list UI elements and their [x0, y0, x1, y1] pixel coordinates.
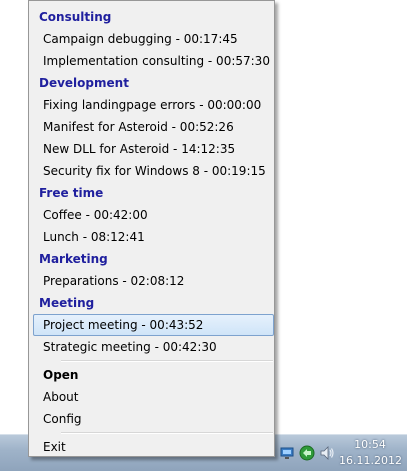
- network-icon[interactable]: [279, 445, 295, 461]
- menu-item-project-meeting[interactable]: Project meeting - 00:43:52: [33, 314, 274, 336]
- menu-item-implementation-consulting[interactable]: Implementation consulting - 00:57:30: [33, 50, 274, 72]
- menu-item-manifest-for-asteroid[interactable]: Manifest for Asteroid - 00:52:26: [33, 116, 274, 138]
- desktop: 10:54 16.11.2012 Consulting Campaign deb…: [0, 0, 407, 471]
- menu-item-campaign-debugging[interactable]: Campaign debugging - 00:17:45: [33, 28, 274, 50]
- clock-date: 16.11.2012: [339, 454, 402, 467]
- sync-icon[interactable]: [299, 445, 315, 461]
- menu-item-exit[interactable]: Exit: [33, 436, 274, 458]
- menu-item-coffee[interactable]: Coffee - 00:42:00: [33, 204, 274, 226]
- menu-separator: [61, 432, 273, 434]
- group-header-development: Development: [39, 76, 129, 90]
- clock-time: 10:54: [354, 438, 386, 451]
- clock[interactable]: 10:54 16.11.2012: [339, 437, 402, 469]
- menu-item-preparations[interactable]: Preparations - 02:08:12: [33, 270, 274, 292]
- group-header-free-time: Free time: [39, 186, 104, 200]
- menu-body: Consulting Campaign debugging - 00:17:45…: [31, 3, 274, 454]
- menu-separator: [61, 360, 273, 362]
- menu-item-about[interactable]: About: [33, 386, 274, 408]
- menu-item-config[interactable]: Config: [33, 408, 274, 430]
- group-header-consulting: Consulting: [39, 10, 112, 24]
- menu-item-new-dll-for-asteroid[interactable]: New DLL for Asteroid - 14:12:35: [33, 138, 274, 160]
- menu-item-security-fix-windows-8[interactable]: Security fix for Windows 8 - 00:19:15: [33, 160, 274, 182]
- menu-item-strategic-meeting[interactable]: Strategic meeting - 00:42:30: [33, 336, 274, 358]
- group-header-marketing: Marketing: [39, 252, 108, 266]
- menu-item-lunch[interactable]: Lunch - 08:12:41: [33, 226, 274, 248]
- group-header-meeting: Meeting: [39, 296, 95, 310]
- context-menu: Consulting Campaign debugging - 00:17:45…: [28, 0, 275, 457]
- volume-icon[interactable]: [319, 445, 335, 461]
- system-tray: 10:54 16.11.2012: [277, 435, 407, 471]
- menu-item-fixing-landingpage-errors[interactable]: Fixing landingpage errors - 00:00:00: [33, 94, 274, 116]
- menu-item-open[interactable]: Open: [33, 364, 274, 386]
